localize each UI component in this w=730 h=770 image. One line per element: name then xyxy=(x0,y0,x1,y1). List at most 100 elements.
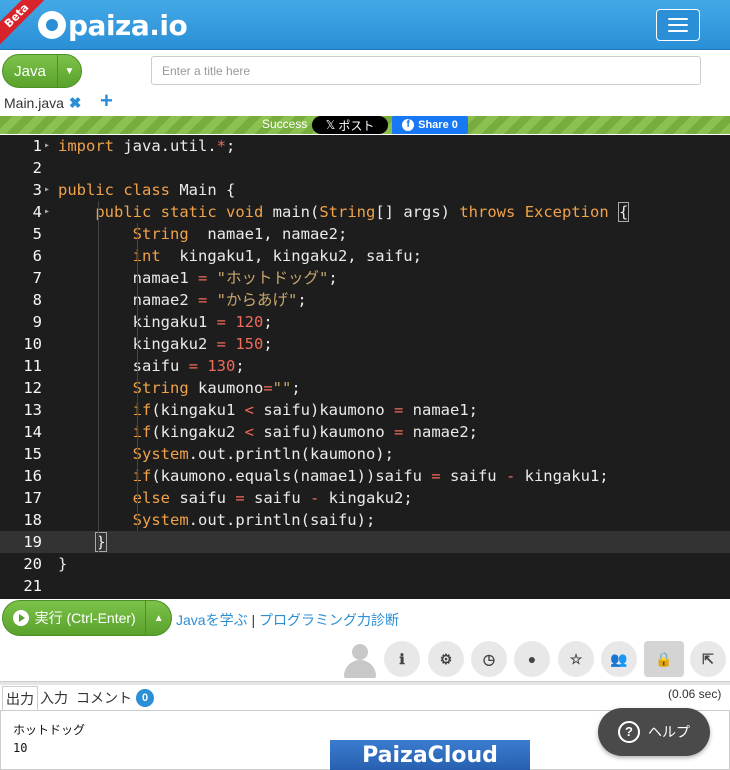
user-avatar-icon[interactable] xyxy=(342,642,378,678)
code-text: namae1 = "ホットドッグ"; xyxy=(58,269,338,287)
line-number: 7 xyxy=(32,269,42,287)
close-icon[interactable]: ✖ xyxy=(69,94,82,112)
code-text: } xyxy=(58,555,68,573)
panel-divider[interactable] xyxy=(0,681,730,685)
indent-guide xyxy=(98,201,99,553)
code-text: namae2 = "からあげ"; xyxy=(58,291,307,309)
run-label: 実行 (Ctrl-Enter) xyxy=(34,610,136,626)
menu-button[interactable] xyxy=(656,9,700,41)
code-text: if(kaumono.equals(namae1))saifu = saifu … xyxy=(132,467,609,485)
code-editor[interactable]: 1 ▸ import java.util.*; 2 3 ▸ public class Mai… xyxy=(0,135,730,599)
code-text: import java.util.*; xyxy=(58,137,236,155)
code-line[interactable]: 5 String namae1, namae2; xyxy=(0,223,730,245)
code-line[interactable]: 12 String kaumono=""; xyxy=(0,377,730,399)
file-tab-main-java[interactable]: Main.java ✖ xyxy=(4,94,82,112)
code-text: else saifu = saifu - kingaku2; xyxy=(132,489,413,507)
code-line[interactable]: 8 namae2 = "からあげ"; xyxy=(0,289,730,311)
help-button[interactable]: ? ヘルプ xyxy=(598,708,710,756)
paiza-logo-icon xyxy=(38,11,66,39)
play-icon xyxy=(12,610,29,626)
tab-output-label: 出力 xyxy=(6,690,34,707)
code-text: kingaku1 = 120; xyxy=(132,313,273,331)
code-line[interactable]: 15 System.out.println(kaumono); xyxy=(0,443,730,465)
output-line: 10 xyxy=(13,741,28,755)
code-line[interactable]: 14 if(kingaku2 < saifu)kaumono = namae2; xyxy=(0,421,730,443)
line-number: 6 xyxy=(32,247,42,265)
line-number: 16 xyxy=(23,467,42,485)
execution-time: (0.06 sec) xyxy=(668,687,722,701)
indent-guide xyxy=(137,223,138,531)
code-line[interactable]: 17 else saifu = saifu - kingaku2; xyxy=(0,487,730,509)
line-number: 14 xyxy=(23,423,42,441)
fold-arrow-icon[interactable]: ▸ xyxy=(44,201,50,223)
code-line[interactable]: 21 xyxy=(0,575,730,597)
hamburger-icon xyxy=(668,18,688,20)
info-icon[interactable]: ℹ xyxy=(384,641,420,677)
code-line[interactable]: 18 System.out.println(saifu); xyxy=(0,509,730,531)
lock-icon[interactable]: 🔒 xyxy=(644,641,684,677)
line-number: 20 xyxy=(23,555,42,573)
hamburger-icon xyxy=(668,24,688,26)
code-text: public class Main { xyxy=(58,181,236,199)
line-number: 1 xyxy=(32,137,42,155)
run-button[interactable]: 実行 (Ctrl-Enter) ▲ xyxy=(2,600,172,636)
code-text: kingaku2 = 150; xyxy=(132,335,273,353)
line-number: 21 xyxy=(23,577,42,595)
link-separator: | xyxy=(251,612,256,628)
paizacloud-banner[interactable]: PaizaCloud xyxy=(330,740,530,770)
code-line[interactable]: 11 saifu = 130; xyxy=(0,355,730,377)
line-number: 19 xyxy=(23,533,42,551)
top-navbar: Beta paiza.io xyxy=(0,0,730,50)
tab-comment[interactable]: コメント 0 xyxy=(76,686,154,710)
github-icon[interactable]: ● xyxy=(514,641,550,677)
code-line[interactable]: 7 namae1 = "ホットドッグ"; xyxy=(0,267,730,289)
code-text: String kaumono=""; xyxy=(132,379,301,397)
code-line[interactable]: 1 ▸ import java.util.*; xyxy=(0,135,730,157)
tab-input-label: 入力 xyxy=(40,690,68,706)
code-text: System.out.println(kaumono); xyxy=(132,445,394,463)
caret-down-icon[interactable]: ▲ xyxy=(145,601,171,635)
paiza-logo[interactable]: paiza.io xyxy=(38,8,188,42)
code-text: if(kingaku2 < saifu)kaumono = namae2; xyxy=(132,423,478,441)
code-line[interactable]: 3 ▸ public class Main { xyxy=(0,179,730,201)
tab-input[interactable]: 入力 xyxy=(40,686,68,710)
share-icon[interactable]: ⇱ xyxy=(690,641,726,677)
code-text: if(kingaku1 < saifu)kaumono = namae1; xyxy=(132,401,478,419)
tab-output[interactable]: 出力 xyxy=(2,686,38,710)
output-line: ホットドッグ xyxy=(13,723,86,737)
learn-java-link[interactable]: Javaを学ぶ xyxy=(176,612,248,628)
code-line[interactable]: 10 kingaku2 = 150; xyxy=(0,333,730,355)
line-number: 10 xyxy=(23,335,42,353)
star-icon[interactable]: ☆ xyxy=(558,641,594,677)
code-line[interactable]: 20} xyxy=(0,553,730,575)
line-number: 18 xyxy=(23,511,42,529)
line-number: 11 xyxy=(23,357,42,375)
status-text: Success xyxy=(262,117,308,131)
code-line[interactable]: 6 int kingaku1, kingaku2, saifu; xyxy=(0,245,730,267)
gear-icon[interactable]: ⚙ xyxy=(428,641,464,677)
code-line[interactable]: 4 ▸ public static void main(String[] args… xyxy=(0,201,730,223)
skill-check-link[interactable]: プログラミング力診断 xyxy=(259,612,399,628)
line-number: 8 xyxy=(32,291,42,309)
clock-icon[interactable]: ◷ xyxy=(471,641,507,677)
title-input[interactable] xyxy=(151,56,701,85)
code-text: System.out.println(saifu); xyxy=(132,511,376,529)
fold-arrow-icon[interactable]: ▸ xyxy=(44,135,50,157)
fold-arrow-icon[interactable]: ▸ xyxy=(44,179,50,201)
code-line[interactable]: 2 xyxy=(0,157,730,179)
facebook-share-button[interactable]: f Share 0 xyxy=(392,116,468,134)
code-line[interactable]: 19 } xyxy=(0,531,730,553)
x-logo-icon: 𝕏 xyxy=(325,118,336,132)
group-icon[interactable]: 👥 xyxy=(601,641,637,677)
code-line[interactable]: 16 if(kaumono.equals(namae1))saifu = sai… xyxy=(0,465,730,487)
comment-count-badge: 0 xyxy=(136,689,154,707)
add-file-icon[interactable]: + xyxy=(100,88,113,114)
code-line[interactable]: 9 kingaku1 = 120; xyxy=(0,311,730,333)
avatar-head xyxy=(352,644,368,660)
x-post-button[interactable]: 𝕏 ポスト xyxy=(312,116,388,134)
language-select[interactable]: Java ▼ xyxy=(2,54,82,88)
facebook-share-label: Share 0 xyxy=(418,119,458,131)
run-main[interactable]: 実行 (Ctrl-Enter) xyxy=(3,608,145,628)
code-line[interactable]: 13 if(kingaku1 < saifu)kaumono = namae1; xyxy=(0,399,730,421)
caret-down-icon[interactable]: ▼ xyxy=(57,55,81,87)
